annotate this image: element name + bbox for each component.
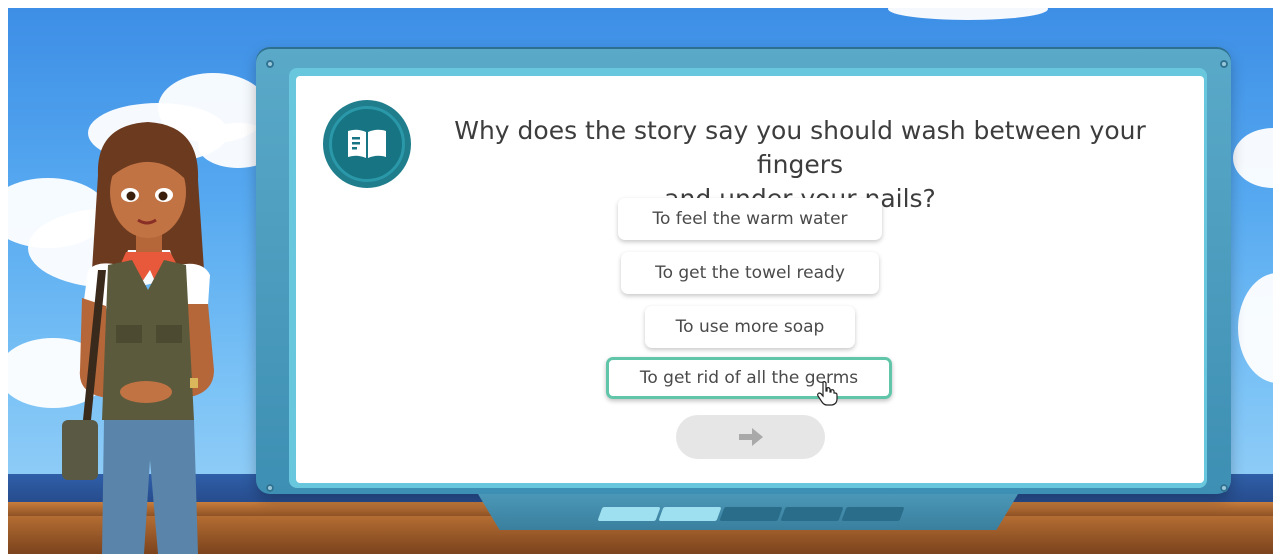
cloud — [1238, 273, 1273, 383]
bolt — [266, 60, 274, 68]
right-arrow-icon — [738, 428, 763, 446]
hand-pointer-icon — [817, 381, 838, 406]
guide-character — [62, 122, 214, 554]
book-badge-ring — [329, 106, 405, 182]
bolt — [266, 484, 274, 492]
next-button[interactable] — [676, 415, 825, 459]
progress-step-pending — [780, 507, 844, 521]
answer-label: To feel the warm water — [652, 209, 848, 229]
cloud — [1233, 128, 1273, 188]
answer-label: To use more soap — [675, 317, 825, 337]
bolt — [1220, 60, 1228, 68]
bolt — [1220, 484, 1228, 492]
answer-option[interactable]: To get the towel ready — [621, 252, 879, 294]
progress-step-pending — [841, 507, 905, 521]
answer-option[interactable]: To use more soap — [645, 306, 855, 348]
progress-step-complete — [597, 507, 661, 521]
progress-step-pending — [719, 507, 783, 521]
answer-option-selected[interactable]: To get rid of all the germs — [606, 357, 892, 399]
answer-label: To get the towel ready — [655, 263, 845, 283]
progress-step-complete — [658, 507, 722, 521]
book-badge — [323, 100, 411, 188]
open-book-icon — [348, 129, 386, 158]
cloud — [888, 8, 1048, 20]
question-line-1: Why does the story say you should wash b… — [454, 116, 1146, 179]
answer-option[interactable]: To feel the warm water — [618, 198, 882, 240]
